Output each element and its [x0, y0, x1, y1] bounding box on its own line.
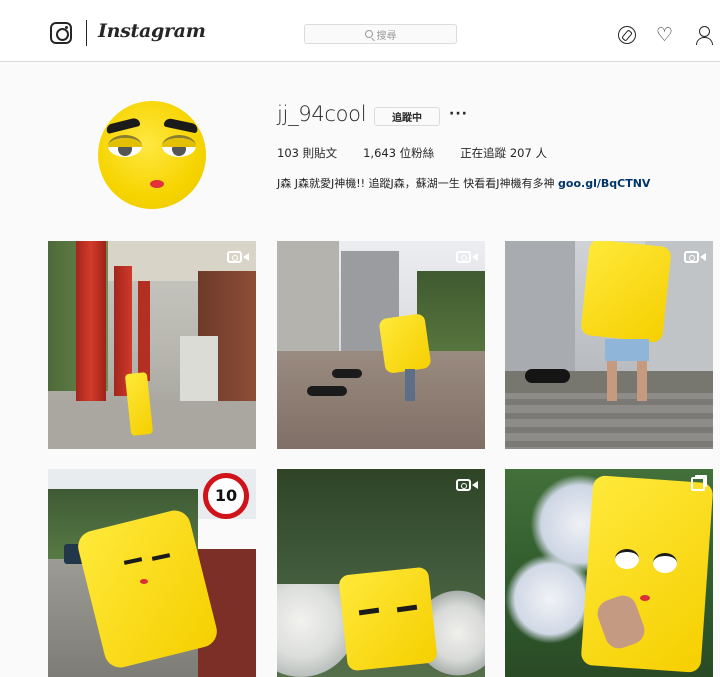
- profile-user-icon[interactable]: [695, 26, 713, 45]
- search-icon: [364, 30, 373, 38]
- post-thumbnail[interactable]: [505, 469, 713, 677]
- post-thumbnail[interactable]: [277, 241, 485, 449]
- avatar-left-eye: [108, 135, 142, 157]
- activity-heart-icon[interactable]: ♡: [656, 26, 674, 45]
- speed-limit-sign: 10: [203, 473, 249, 519]
- search-input[interactable]: 搜尋: [304, 24, 457, 44]
- explore-compass-icon[interactable]: [618, 26, 636, 44]
- posts-count: 103 則貼文: [277, 146, 338, 160]
- top-nav-bar: Instagram 搜尋 ♡: [0, 0, 720, 62]
- post-thumbnail[interactable]: [505, 241, 713, 449]
- avatar-right-eye: [162, 135, 196, 157]
- video-icon: [456, 249, 478, 265]
- search-placeholder: 搜尋: [376, 30, 397, 42]
- logo-divider: [86, 20, 87, 46]
- followers-count[interactable]: 1,643 位粉絲: [363, 145, 434, 161]
- following-button[interactable]: 追蹤中: [374, 107, 440, 126]
- more-options-button[interactable]: ···: [449, 106, 468, 122]
- following-count[interactable]: 正在追蹤 207 人: [460, 145, 547, 161]
- instagram-wordmark[interactable]: Instagram: [98, 20, 206, 42]
- bio-text: J森 J森就愛J神機!! 追蹤J森，蘇湖一生 快看看J神機有多神: [277, 177, 555, 190]
- video-icon: [227, 249, 249, 265]
- profile-username: jj_94cool: [277, 102, 367, 126]
- avatar-left-brow: [105, 117, 141, 134]
- instagram-camera-icon[interactable]: [50, 22, 72, 44]
- video-icon: [684, 249, 706, 265]
- multiple-images-icon: [691, 477, 705, 491]
- profile-avatar[interactable]: [98, 101, 206, 209]
- post-thumbnail[interactable]: [48, 241, 256, 449]
- avatar-right-brow: [163, 117, 199, 134]
- post-thumbnail[interactable]: 10: [48, 469, 256, 677]
- video-icon: [456, 477, 478, 493]
- bio-link[interactable]: goo.gl/BqCTNV: [558, 177, 650, 190]
- post-thumbnail[interactable]: [277, 469, 485, 677]
- profile-bio: J森 J森就愛J神機!! 追蹤J森，蘇湖一生 快看看J神機有多神 goo.gl/…: [277, 175, 650, 191]
- profile-stats: 103 則貼文 1,643 位粉絲 正在追蹤 207 人: [277, 145, 573, 161]
- avatar-mouth: [150, 180, 164, 188]
